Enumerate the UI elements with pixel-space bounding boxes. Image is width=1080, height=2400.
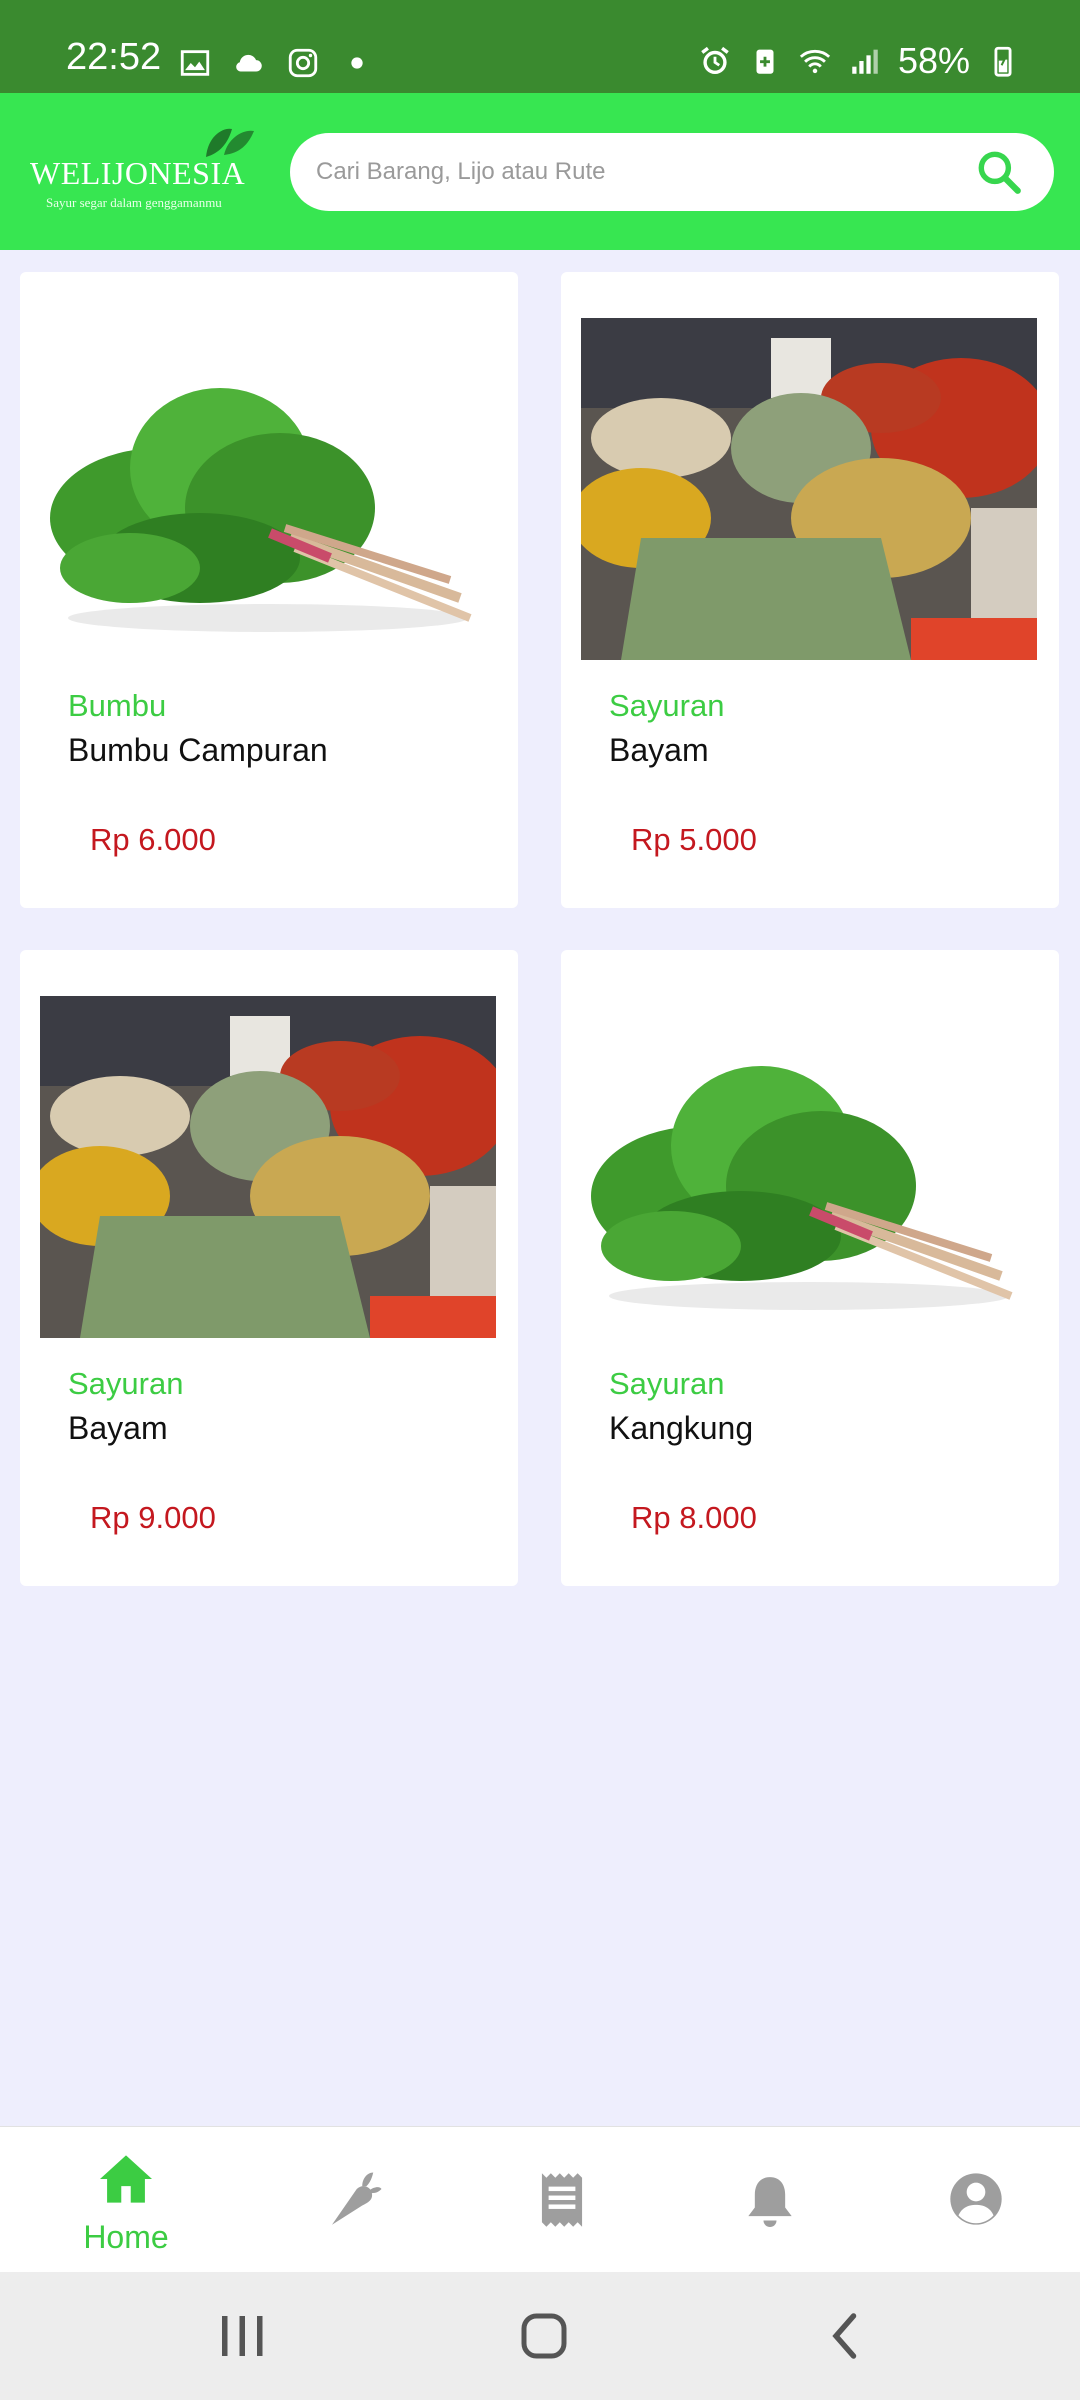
product-price: Rp 6.000 [90,822,216,857]
product-name: Kangkung [609,1410,754,1446]
bell-icon [748,2177,792,2227]
home-icon [100,2155,152,2203]
product-card[interactable]: Sayuran Kangkung Rp 8.000 [561,950,1059,1586]
signal-icon [852,49,878,74]
bottom-navigation: Home [0,2126,1080,2272]
nav-item-home[interactable]: Home [18,2127,234,2273]
product-name: Bayam [68,1410,168,1446]
status-system-icons: 58% [698,40,1020,82]
status-bar: 22:52 58% [0,0,1080,93]
nav-item-orders[interactable] [454,2127,670,2273]
recent-apps-icon[interactable] [212,2306,272,2366]
cloud-icon [236,54,262,72]
status-time: 22:52 [66,36,162,78]
carrot-icon [332,2172,382,2225]
nav-item-notifications[interactable] [662,2127,878,2273]
logo-subtitle: Sayur segar dalam genggamanmu [46,195,222,210]
product-category: Bumbu [68,688,167,723]
search-input[interactable] [316,133,956,211]
dot-icon [351,57,363,69]
gallery-icon [180,50,210,76]
system-navigation-bar [0,2272,1080,2400]
nav-label-home: Home [83,2219,169,2255]
market-spices-image [581,318,1037,660]
product-name: Bayam [609,732,709,768]
market-spices-image [40,996,496,1338]
spinach-image [581,996,1037,1338]
nav-item-products[interactable] [246,2127,462,2273]
product-card[interactable]: Bumbu Bumbu Campuran Rp 6.000 [20,272,518,908]
wifi-icon [799,49,831,74]
home-button-icon[interactable] [514,2306,574,2366]
search-icon[interactable] [974,147,1024,197]
spinach-image [40,318,496,660]
battery-percent: 58% [897,40,970,81]
product-category: Sayuran [68,1366,184,1401]
search-bar[interactable] [290,133,1054,211]
back-icon[interactable] [816,2306,876,2366]
app-header: WELIJONESIA Sayur segar dalam genggamanm… [0,93,1080,250]
account-icon [950,2173,1002,2225]
product-name: Bumbu Campuran [68,732,328,768]
instagram-icon [288,48,318,78]
battery-saver-icon [756,49,774,74]
product-price: Rp 8.000 [631,1500,757,1535]
app-logo[interactable]: WELIJONESIA Sayur segar dalam genggamanm… [30,121,260,221]
product-card[interactable]: Sayuran Bayam Rp 5.000 [561,272,1059,908]
product-card[interactable]: Sayuran Bayam Rp 9.000 [20,950,518,1586]
logo-text: WELIJONESIA [30,155,246,191]
product-price: Rp 9.000 [90,1500,216,1535]
alarm-icon [701,46,729,75]
product-price: Rp 5.000 [631,822,757,857]
battery-charging-icon [994,46,1012,77]
status-notification-icons [178,46,374,80]
product-category: Sayuran [609,688,725,723]
product-category: Sayuran [609,1366,725,1401]
nav-item-account[interactable] [868,2127,1080,2273]
receipt-icon [541,2173,583,2227]
